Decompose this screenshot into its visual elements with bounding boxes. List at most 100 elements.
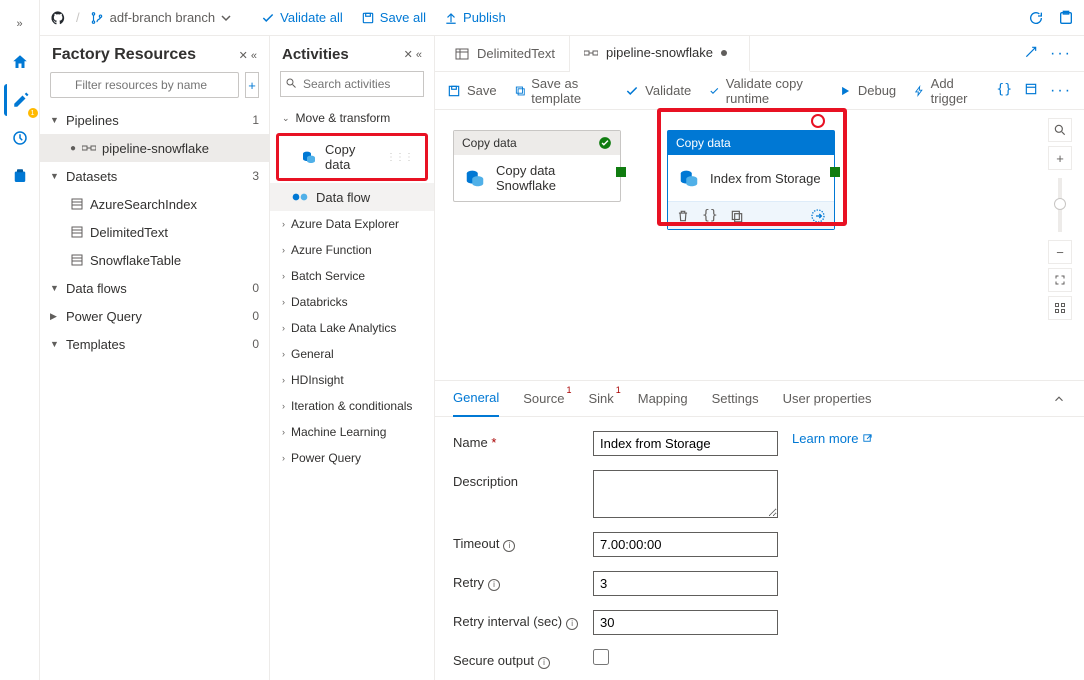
editor-tabs: DelimitedText pipeline-snowflake ··· [435, 36, 1084, 72]
group-databricks[interactable]: ›Databricks [270, 289, 434, 315]
zoom-fit-icon[interactable] [1048, 118, 1072, 142]
copy-data-icon [678, 167, 700, 189]
debug-button[interactable]: Debug [838, 83, 896, 98]
output-connector[interactable] [830, 167, 840, 177]
group-iteration-conditionals[interactable]: ›Iteration & conditionals [270, 393, 434, 419]
ptab-settings[interactable]: Settings [712, 381, 759, 417]
success-icon [598, 136, 612, 150]
node-index-storage[interactable]: Copy data Index from Storage {} [667, 130, 835, 230]
add-output-icon[interactable] [810, 208, 826, 224]
save-button[interactable]: Save [447, 83, 497, 98]
properties-icon[interactable] [1024, 82, 1038, 100]
delete-icon[interactable] [676, 209, 690, 223]
collapse-panel-button[interactable]: ✕ « [239, 49, 257, 62]
canvas-toolbar: Save Save as template Validate Validate … [435, 72, 1084, 110]
expand-editor-icon[interactable] [1024, 45, 1038, 63]
group-data-lake-analytics[interactable]: ›Data Lake Analytics [270, 315, 434, 341]
retry-label: Retryi [453, 571, 593, 591]
tree-item-snowflake[interactable]: SnowflakeTable [40, 246, 269, 274]
tree-templates[interactable]: ▼Templates0 [40, 330, 269, 358]
add-resource-button[interactable]: + [245, 72, 259, 98]
filter-input[interactable] [50, 72, 239, 98]
group-batch-service[interactable]: ›Batch Service [270, 263, 434, 289]
editor-area: DelimitedText pipeline-snowflake ··· Sav… [435, 36, 1084, 680]
tree-item-pipeline-snowflake[interactable]: ●pipeline-snowflake [40, 134, 269, 162]
validate-all-button[interactable]: Validate all [261, 10, 343, 25]
group-general[interactable]: ›General [270, 341, 434, 367]
ptab-mapping[interactable]: Mapping [638, 381, 688, 417]
group-power-query[interactable]: ›Power Query [270, 445, 434, 471]
unsaved-dot-icon [721, 50, 727, 56]
tab-delimitedtext[interactable]: DelimitedText [441, 36, 570, 72]
ptab-sink[interactable]: Sink1 [588, 381, 613, 417]
code-icon[interactable]: {} [996, 82, 1012, 100]
collapse-props-icon[interactable] [1052, 392, 1066, 406]
tree-item-delimited[interactable]: DelimitedText [40, 218, 269, 246]
pipeline-canvas[interactable]: Copy data Copy data Snowflake Copy data … [435, 110, 1084, 380]
ptab-userprops[interactable]: User properties [783, 381, 872, 417]
expand-rail-icon[interactable]: » [4, 8, 36, 40]
ptab-general[interactable]: General [453, 381, 499, 417]
zoom-in-icon[interactable]: + [1048, 146, 1072, 170]
tree-powerquery[interactable]: ▶Power Query0 [40, 302, 269, 330]
secure-output-label: Secure outputi [453, 649, 593, 669]
error-badge: 1 [566, 385, 571, 395]
retry-interval-input[interactable] [593, 610, 778, 635]
group-azure-data-explorer[interactable]: ›Azure Data Explorer [270, 211, 434, 237]
group-machine-learning[interactable]: ›Machine Learning [270, 419, 434, 445]
node-copy-snowflake[interactable]: Copy data Copy data Snowflake [453, 130, 621, 202]
copy-data-icon [301, 149, 317, 165]
data-flow-icon [292, 189, 308, 205]
tree-pipelines[interactable]: ▼Pipelines1 [40, 106, 269, 134]
tab-pipeline-snowflake[interactable]: pipeline-snowflake [570, 36, 750, 72]
manage-icon[interactable] [4, 160, 36, 192]
info-icon[interactable]: i [538, 657, 550, 669]
group-hdinsight[interactable]: ›HDInsight [270, 367, 434, 393]
ptab-source[interactable]: Source1 [523, 381, 564, 417]
learn-more-link[interactable]: Learn more [792, 431, 873, 446]
activity-data-flow[interactable]: Data flow [270, 183, 434, 211]
validate-button[interactable]: Validate [625, 83, 691, 98]
autolayout-icon[interactable] [1048, 296, 1072, 320]
retry-input[interactable] [593, 571, 778, 596]
name-label: Name * [453, 431, 593, 450]
info-icon[interactable]: i [503, 540, 515, 552]
save-all-button[interactable]: Save all [361, 10, 426, 25]
fullscreen-icon[interactable] [1048, 268, 1072, 292]
output-connector[interactable] [616, 167, 626, 177]
error-badge: 1 [616, 385, 621, 395]
collapse-activities-button[interactable]: ✕ « [404, 48, 422, 61]
info-icon[interactable]: i [566, 618, 578, 630]
activity-copy-data[interactable]: Copy data ⋮⋮⋮ [276, 133, 428, 181]
branch-selector[interactable]: adf-branch branch [90, 10, 232, 25]
refresh-icon[interactable] [1028, 10, 1044, 26]
activities-search[interactable] [280, 71, 424, 97]
activities-title: Activities [282, 46, 349, 63]
tree-dataflows[interactable]: ▼Data flows0 [40, 274, 269, 302]
more-icon[interactable]: ··· [1050, 45, 1072, 63]
name-input[interactable] [593, 431, 778, 456]
github-icon [50, 10, 66, 26]
code-icon[interactable]: {} [702, 208, 718, 223]
validate-copy-button[interactable]: Validate copy runtime [709, 76, 820, 106]
add-trigger-button[interactable]: Add trigger [914, 76, 978, 106]
clone-icon[interactable] [730, 209, 744, 223]
zoom-out-icon[interactable]: − [1048, 240, 1072, 264]
tree-item-azuresearch[interactable]: AzureSearchIndex [40, 190, 269, 218]
toolbar-more-icon[interactable]: ··· [1050, 82, 1072, 100]
group-azure-function[interactable]: ›Azure Function [270, 237, 434, 263]
timeout-input[interactable] [593, 532, 778, 557]
home-icon[interactable] [4, 46, 36, 78]
zoom-slider[interactable] [1058, 178, 1062, 232]
feedback-icon[interactable] [1058, 10, 1074, 26]
publish-button[interactable]: Publish [444, 10, 506, 25]
changes-badge: 1 [28, 108, 38, 118]
desc-input[interactable] [593, 470, 778, 518]
secure-output-checkbox[interactable] [593, 649, 609, 665]
monitor-icon[interactable] [4, 122, 36, 154]
info-icon[interactable]: i [488, 579, 500, 591]
timeout-label: Timeouti [453, 532, 593, 552]
group-move-transform[interactable]: ⌄Move & transform [270, 105, 434, 131]
tree-datasets[interactable]: ▼Datasets3 [40, 162, 269, 190]
save-template-button[interactable]: Save as template [515, 76, 608, 106]
